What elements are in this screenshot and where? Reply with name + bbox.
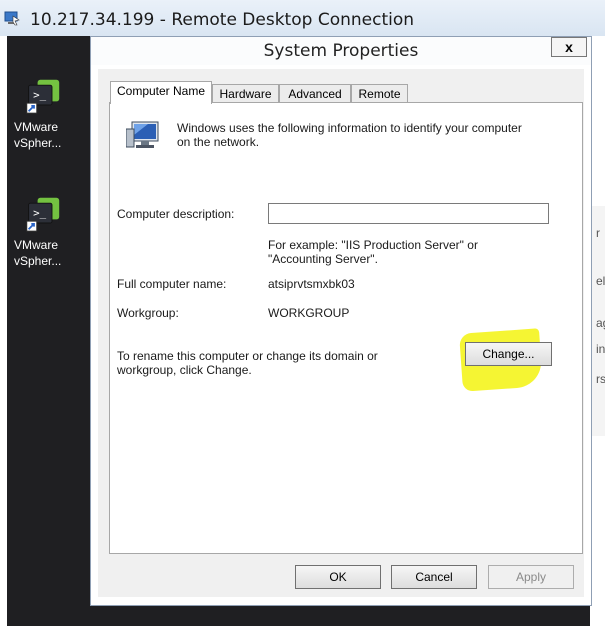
tab-advanced[interactable]: Advanced <box>279 84 351 103</box>
dialog-body: Computer Name Hardware Advanced Remote W… <box>98 69 584 597</box>
desktop-icon-label-line: vSpher... <box>14 136 62 150</box>
workgroup-label: Workgroup: <box>117 306 179 320</box>
desktop-icon-vsphere-2[interactable]: >_ VMware vSpher... <box>10 196 72 269</box>
system-properties-dialog: System Properties x Computer Name Hardwa… <box>90 36 592 606</box>
svg-text:>_: >_ <box>33 207 46 220</box>
computer-icon <box>126 121 159 148</box>
desktop-icon-vsphere-1[interactable]: >_ VMware vSpher... <box>10 78 72 151</box>
vsphere-console-icon: >_ <box>25 79 59 114</box>
desktop-icon-label-line: VMware <box>14 238 59 252</box>
rename-instructions-line2: workgroup, click Change. <box>117 363 252 377</box>
dialog-title: System Properties <box>263 41 419 61</box>
change-button[interactable]: Change... <box>465 342 552 366</box>
dialog-titlebar[interactable]: System Properties x <box>91 37 591 65</box>
full-computer-name-label: Full computer name: <box>117 277 227 291</box>
background-window-text: in <box>596 342 605 356</box>
computer-name-panel: Windows uses the following information t… <box>109 102 583 554</box>
background-window-text: rs <box>596 372 605 386</box>
description-example-line2: "Accounting Server". <box>268 252 378 266</box>
tab-hardware[interactable]: Hardware <box>212 84 279 103</box>
background-window-text: el <box>596 274 605 288</box>
background-window-text: r <box>596 226 600 240</box>
background-window-text: ag <box>596 316 605 330</box>
description-label: Computer description: <box>117 207 235 221</box>
computer-description-input[interactable] <box>268 203 549 224</box>
desktop-icon-label-line: vSpher... <box>14 254 62 268</box>
desktop-background-bottom <box>7 606 590 626</box>
intro-text-line1: Windows uses the following information t… <box>177 121 522 135</box>
tab-remote[interactable]: Remote <box>351 84 408 103</box>
svg-text:>_: >_ <box>33 89 46 102</box>
rdp-window-title: 10.217.34.199 - Remote Desktop Connectio… <box>30 10 415 30</box>
tab-computer-name[interactable]: Computer Name <box>110 81 212 104</box>
apply-button[interactable]: Apply <box>488 565 574 589</box>
vsphere-console-icon: >_ <box>25 197 59 232</box>
intro-text-line2: on the network. <box>177 135 260 149</box>
ok-button[interactable]: OK <box>295 565 381 589</box>
cancel-button[interactable]: Cancel <box>391 565 477 589</box>
desktop-icon-label: VMware vSpher... <box>14 237 84 269</box>
rdp-titlebar: 10.217.34.199 - Remote Desktop Connectio… <box>0 0 605 37</box>
full-computer-name-value: atsiprvtsmxbk03 <box>268 277 355 291</box>
desktop-icon-label-line: VMware <box>14 120 59 134</box>
remote-desktop-icon <box>4 11 20 26</box>
rename-instructions-line1: To rename this computer or change its do… <box>117 349 378 363</box>
workgroup-value: WORKGROUP <box>268 306 350 320</box>
close-button[interactable]: x <box>551 37 587 57</box>
desktop-icon-label: VMware vSpher... <box>14 119 84 151</box>
description-example-line1: For example: "IIS Production Server" or <box>268 238 478 252</box>
